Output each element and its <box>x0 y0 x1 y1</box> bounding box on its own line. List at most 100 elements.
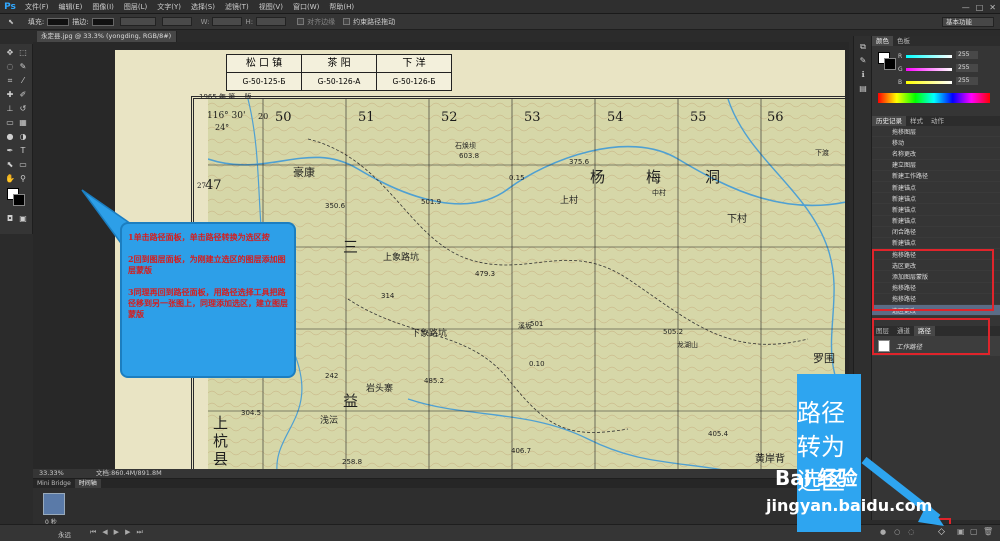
layer-comps-icon[interactable]: ▤ <box>857 84 869 94</box>
loop-dropdown[interactable]: 永远 <box>58 529 71 539</box>
history-item[interactable]: 拖移图层 <box>872 126 1000 138</box>
fill-swatch[interactable] <box>47 17 70 26</box>
menu-edit[interactable]: 编辑(E) <box>54 0 88 14</box>
move-tool-icon[interactable]: ✥ <box>4 48 16 58</box>
history-highlight-box <box>872 249 994 311</box>
sheet-name-3: 下 洋 <box>402 58 426 69</box>
tab-swatches[interactable]: 色板 <box>893 36 914 46</box>
menu-image[interactable]: 图像(I) <box>87 0 119 14</box>
place-yang: 杨 <box>590 168 606 186</box>
path-select-tool-icon[interactable]: ⬉ <box>8 18 14 26</box>
latitude-label: 24° <box>215 123 230 132</box>
tab-color[interactable]: 颜色 <box>872 36 893 46</box>
history-item[interactable]: 新建锚点 <box>872 182 1000 194</box>
menu-select[interactable]: 选择(S) <box>186 0 220 14</box>
align-edges-checkbox[interactable] <box>297 18 305 25</box>
history-item[interactable]: 新建锚点 <box>872 193 1000 205</box>
shape-tool-icon[interactable]: ▭ <box>17 160 29 170</box>
menu-filter[interactable]: 滤镜(T) <box>220 0 254 14</box>
width-label: W: <box>200 17 210 26</box>
menu-type[interactable]: 文字(Y) <box>152 0 186 14</box>
path-selection-tool-icon[interactable]: ⬉ <box>4 160 16 170</box>
pen-tool-icon[interactable]: ✒ <box>4 146 16 156</box>
crop-tool-icon[interactable]: ⌗ <box>4 76 16 86</box>
document-tab[interactable]: 永定县.jpg @ 33.3% (yongding, RGB/8#) * <box>37 31 177 51</box>
stroke-width-dropdown[interactable] <box>119 17 156 26</box>
hand-tool-icon[interactable]: ✋ <box>4 174 16 184</box>
height-501-9: 501.9 <box>421 198 442 206</box>
history-item[interactable]: 新建锚点 <box>872 204 1000 216</box>
history-brush-tool-icon[interactable]: ↺ <box>17 104 29 114</box>
history-panel-icon[interactable]: ⧉ <box>857 42 869 52</box>
type-tool-icon[interactable]: T <box>17 146 29 156</box>
green-value[interactable]: 255 <box>956 64 978 72</box>
green-slider[interactable] <box>906 68 952 71</box>
delete-path-button[interactable]: 🗑 <box>983 527 993 536</box>
tab-actions[interactable]: 动作 <box>927 116 948 126</box>
width-field[interactable] <box>212 17 243 26</box>
brush-tool-icon[interactable]: ✐ <box>17 90 29 100</box>
document-size: 文档:860.4M/891.8M <box>95 469 162 477</box>
eyedropper-tool-icon[interactable]: ⁄ <box>17 76 29 86</box>
annotation-line-1: 路径 <box>797 399 845 427</box>
menu-view[interactable]: 视图(V) <box>254 0 288 14</box>
playback-controls[interactable]: ⏮◀▶▶⏭ <box>90 528 149 537</box>
blue-value[interactable]: 255 <box>956 77 978 85</box>
clone-stamp-tool-icon[interactable]: ⊥ <box>4 104 16 114</box>
blur-tool-icon[interactable]: ● <box>4 132 16 142</box>
red-slider[interactable] <box>906 55 952 58</box>
menu-window[interactable]: 窗口(W) <box>288 0 324 14</box>
history-item[interactable]: 建立图层 <box>872 160 1000 171</box>
history-item[interactable]: 新建工作路径 <box>872 171 1000 182</box>
stroke-swatch[interactable] <box>91 17 114 26</box>
red-value[interactable]: 255 <box>956 51 978 59</box>
menu-bar: Ps 文件(F) 编辑(E) 图像(I) 图层(L) 文字(Y) 选择(S) 滤… <box>0 0 1000 14</box>
tab-styles[interactable]: 样式 <box>906 116 927 126</box>
instruction-step-3: 3同理再回到路径面板，用路径选择工具把路径移到另一张图上，同理添加选区，建立图层… <box>128 287 288 319</box>
height-field[interactable] <box>256 17 287 26</box>
eraser-tool-icon[interactable]: ▭ <box>4 118 16 128</box>
history-item[interactable]: 新建锚点 <box>872 238 1000 250</box>
lasso-tool-icon[interactable]: ◌ <box>4 62 16 72</box>
height-label: H: <box>245 17 254 26</box>
background-color-swatch[interactable] <box>13 194 25 206</box>
color-spectrum[interactable] <box>878 93 990 103</box>
frame-thumbnail[interactable] <box>43 493 65 515</box>
zoom-level[interactable]: 33.33% <box>39 469 64 477</box>
stroke-type-dropdown[interactable] <box>161 17 192 26</box>
zoom-tool-icon[interactable]: ⚲ <box>17 174 29 184</box>
green-label: G <box>898 66 903 73</box>
brush-panel-icon[interactable]: ✎ <box>857 56 869 66</box>
place-longhushan: 龙湖山 <box>677 341 698 349</box>
new-path-button[interactable]: ▢ <box>970 527 978 536</box>
history-item[interactable]: 移动 <box>872 137 1000 149</box>
menu-file[interactable]: 文件(F) <box>20 0 54 14</box>
tab-mini-bridge[interactable]: Mini Bridge <box>33 479 75 488</box>
tab-history[interactable]: 历史记录 <box>872 116 906 126</box>
dodge-tool-icon[interactable]: ◑ <box>17 132 29 142</box>
color-bg-swatch[interactable] <box>884 58 896 70</box>
gradient-tool-icon[interactable]: ▦ <box>17 118 29 128</box>
history-item[interactable]: 闭合路径 <box>872 227 1000 238</box>
close-button[interactable]: ✕ <box>989 3 996 12</box>
maximize-button[interactable]: □ <box>976 3 984 12</box>
grid-col-56: 56 <box>767 110 784 125</box>
minimize-button[interactable]: — <box>962 3 970 12</box>
history-item[interactable]: 新建锚点 <box>872 216 1000 227</box>
place-dong: 洞 <box>705 168 721 186</box>
quick-mask-icon[interactable]: ◘ <box>4 214 16 224</box>
constrain-path-checkbox[interactable] <box>343 18 351 25</box>
add-mask-button[interactable]: ▣ <box>957 527 965 536</box>
quick-select-tool-icon[interactable]: ✎ <box>17 62 29 72</box>
blue-slider[interactable] <box>906 81 952 84</box>
marquee-tool-icon[interactable]: ⬚ <box>17 48 29 58</box>
healing-tool-icon[interactable]: ✚ <box>4 90 16 100</box>
photoshop-logo: Ps <box>4 1 16 12</box>
screen-mode-icon[interactable]: ▣ <box>17 214 29 224</box>
history-item[interactable]: 名称更改 <box>872 148 1000 160</box>
workspace-dropdown[interactable]: 基本功能 <box>942 17 994 27</box>
tab-timeline[interactable]: 时间轴 <box>74 479 101 488</box>
info-panel-icon[interactable]: ℹ <box>857 70 869 80</box>
menu-help[interactable]: 帮助(H) <box>324 0 359 14</box>
menu-layer[interactable]: 图层(L) <box>119 0 152 14</box>
